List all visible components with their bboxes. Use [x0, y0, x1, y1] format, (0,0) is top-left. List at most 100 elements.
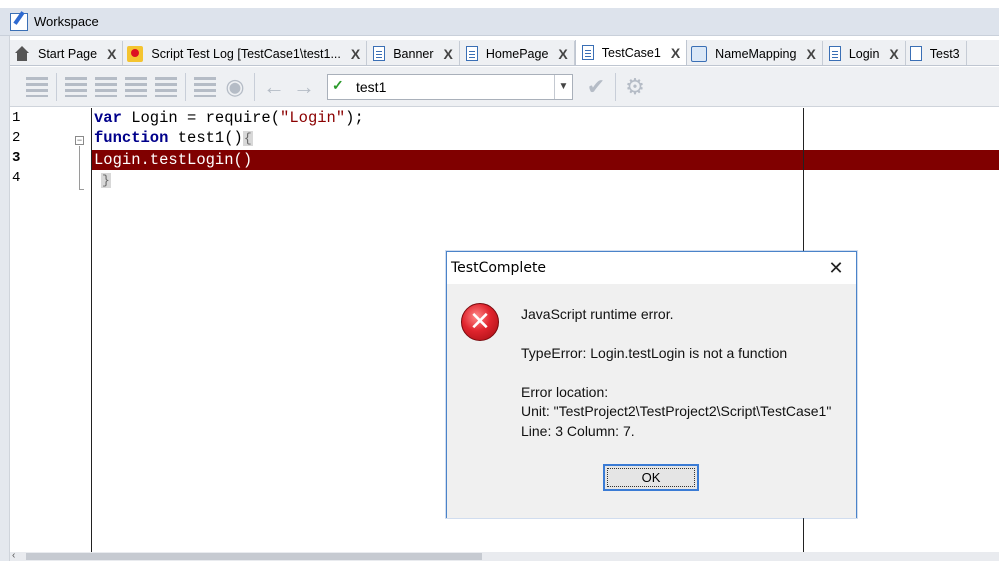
- tab-label: TestCase1: [601, 45, 661, 60]
- close-icon[interactable]: X: [889, 46, 898, 62]
- document-icon: [465, 46, 478, 61]
- line-number: 2: [12, 130, 21, 146]
- tab-start-page[interactable]: Start Page X: [10, 41, 124, 65]
- name-mapping-icon: [691, 45, 708, 62]
- chevron-down-icon[interactable]: ▼: [554, 74, 572, 99]
- view-button[interactable]: ◉: [220, 72, 250, 102]
- checkpoint-icon: ✔: [586, 73, 606, 99]
- indent-button[interactable]: [151, 72, 181, 102]
- horizontal-scrollbar[interactable]: ‹: [10, 550, 999, 561]
- tab-label: Script Test Log [TestCase1\test1...: [151, 46, 341, 61]
- error-icon: ✕: [461, 303, 499, 341]
- tab-script-test-log[interactable]: Script Test Log [TestCase1\test1... X: [123, 41, 368, 65]
- tab-login[interactable]: Login X: [822, 41, 906, 65]
- tab-label: Login: [848, 46, 880, 61]
- workspace-title: Workspace: [34, 14, 99, 29]
- close-icon[interactable]: ✕: [816, 252, 856, 284]
- tab-label: Banner: [393, 46, 434, 61]
- workspace-title-bar: Workspace: [0, 8, 999, 36]
- left-panel-strip: [0, 36, 10, 561]
- ok-button[interactable]: OK: [603, 464, 699, 491]
- code-token: );: [345, 109, 364, 127]
- matched-brace: }: [101, 173, 111, 188]
- close-icon[interactable]: X: [351, 46, 360, 62]
- collapse-icon[interactable]: −: [75, 136, 84, 145]
- error-unit: Unit: "TestProject2\TestProject2\Script\…: [521, 403, 832, 419]
- tab-label: NameMapping: [715, 46, 797, 61]
- close-icon[interactable]: X: [444, 46, 453, 62]
- tab-banner[interactable]: Banner X: [367, 41, 460, 65]
- routine-check-icon: [332, 77, 348, 94]
- indent-icon: [155, 76, 177, 97]
- tab-test3[interactable]: Test3: [905, 41, 967, 65]
- align-right-icon: [95, 76, 117, 97]
- code-line-2: function test1(){: [92, 128, 999, 148]
- code-token: test1(): [168, 129, 243, 147]
- close-icon[interactable]: X: [806, 46, 815, 62]
- back-button[interactable]: ←: [259, 72, 289, 102]
- align-left-button[interactable]: [61, 72, 91, 102]
- close-icon[interactable]: X: [671, 45, 680, 61]
- tab-label: Test3: [929, 46, 960, 61]
- code-line-1: var Login = require("Login");: [92, 108, 999, 128]
- close-icon[interactable]: X: [558, 46, 567, 62]
- code-line-4: }: [92, 170, 999, 190]
- line-number: 1: [12, 110, 21, 126]
- tab-label: Start Page: [38, 46, 98, 61]
- arrow-left-icon: ←: [263, 73, 285, 99]
- line-number-current: 3: [12, 150, 21, 166]
- run-lines-icon: [26, 76, 48, 97]
- eye-lines-icon: [194, 76, 216, 97]
- document-icon: [581, 45, 594, 60]
- forward-button[interactable]: →: [289, 72, 319, 102]
- settings-button[interactable]: ⚙: [620, 72, 650, 102]
- tab-namemapping[interactable]: NameMapping X: [687, 41, 823, 65]
- editor-toolbar: ◉ ← → test1 ▼ ✔ ⚙: [10, 67, 999, 107]
- string-token: "Login": [280, 109, 346, 127]
- keyword-token: function: [94, 129, 169, 147]
- home-icon: [14, 45, 30, 62]
- keyword-test-icon: [909, 46, 922, 61]
- test-log-icon: [127, 45, 144, 62]
- justify-icon: [125, 76, 147, 97]
- document-icon: [828, 46, 841, 61]
- align-left-icon: [65, 76, 87, 97]
- document-icon: [373, 46, 386, 61]
- error-message: JavaScript runtime error.: [521, 306, 674, 322]
- toolbar-separator: [615, 72, 616, 101]
- workspace-icon: [10, 12, 28, 31]
- scrollbar-thumb[interactable]: [26, 553, 482, 560]
- line-number-gutter: 1 2 3 4 −: [10, 108, 92, 552]
- error-dialog: TestComplete ✕ ✕ JavaScript runtime erro…: [446, 251, 857, 518]
- align-right-button[interactable]: [91, 72, 121, 102]
- error-line-column: Line: 3 Column: 7.: [521, 423, 635, 439]
- editor-tab-strip: Start Page X Script Test Log [TestCase1\…: [10, 40, 999, 66]
- scroll-left-icon[interactable]: ‹: [12, 550, 15, 561]
- fold-guide: [79, 146, 84, 190]
- toolbar-separator: [56, 72, 57, 101]
- gear-icon: ⚙: [625, 73, 645, 99]
- toolbar-separator: [185, 72, 186, 101]
- code-token: Login = require(: [121, 109, 281, 127]
- error-type: TypeError: Login.testLogin is not a func…: [521, 345, 788, 361]
- justify-button[interactable]: [121, 72, 151, 102]
- arrow-right-icon: →: [293, 73, 315, 99]
- routine-selector[interactable]: test1 ▼: [327, 73, 573, 100]
- code-line-3-error: Login.testLogin(): [92, 150, 999, 170]
- tab-label: HomePage: [485, 46, 549, 61]
- hide-code-button[interactable]: [190, 72, 220, 102]
- tab-testcase1[interactable]: TestCase1 X: [574, 40, 688, 65]
- error-location-label: Error location:: [521, 384, 609, 400]
- keyword-token: var: [94, 109, 122, 127]
- eye-icon: ◉: [225, 73, 245, 99]
- close-icon[interactable]: X: [107, 46, 116, 62]
- matched-brace: {: [242, 131, 253, 146]
- toolbar-separator: [254, 72, 255, 101]
- line-number: 4: [12, 170, 21, 186]
- tab-homepage[interactable]: HomePage X: [459, 41, 575, 65]
- checkpoint-button[interactable]: ✔: [581, 72, 611, 102]
- dialog-title: TestComplete: [451, 260, 547, 276]
- run-routine-button[interactable]: [22, 72, 52, 102]
- dialog-title-bar: TestComplete ✕: [447, 252, 856, 284]
- dialog-body: ✕ JavaScript runtime error. TypeError: L…: [447, 284, 856, 518]
